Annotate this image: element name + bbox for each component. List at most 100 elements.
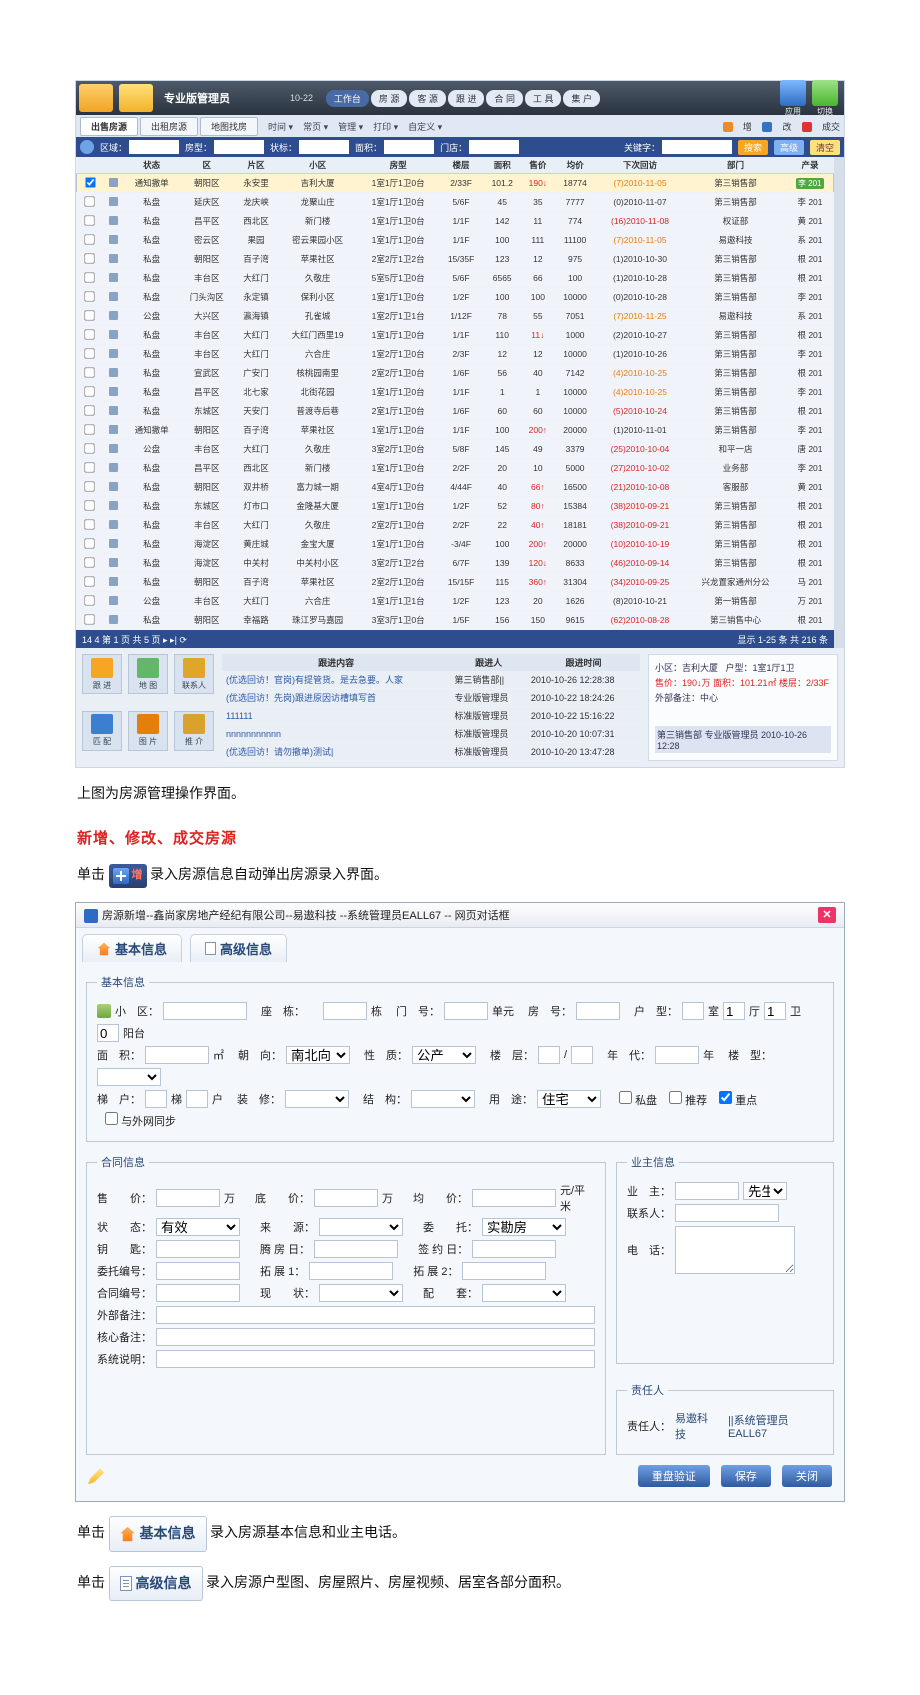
row-check[interactable] [85, 443, 95, 453]
table-row[interactable]: 私盘密云区果园密云果园小区1室1厅1卫0台1/1F10011111100(7)2… [77, 231, 834, 250]
room-input[interactable] [576, 1002, 620, 1020]
col-header[interactable]: 小区 [278, 157, 358, 174]
filter-area[interactable] [129, 140, 179, 154]
table-row[interactable]: 公盘丰台区大红门久敬庄3室2厅1卫0台5/8F145493379(25)2010… [77, 440, 834, 459]
balcony-input[interactable] [97, 1024, 119, 1042]
tab-rent[interactable]: 出租房源 [140, 117, 198, 136]
cb-sync[interactable] [105, 1112, 118, 1125]
nav-followup[interactable]: 跟 进 [448, 90, 485, 107]
close-button[interactable]: 关闭 [782, 1465, 832, 1487]
side-action[interactable]: 推 介 [174, 711, 214, 751]
area-input[interactable] [145, 1046, 209, 1064]
row-check[interactable] [85, 424, 95, 434]
contact-input[interactable] [675, 1204, 779, 1222]
ext1-input[interactable] [309, 1262, 393, 1280]
key-input[interactable] [156, 1240, 240, 1258]
tab-map[interactable]: 地图找房 [200, 117, 258, 136]
table-row[interactable]: 私盘昌平区北七家北街花园1室1厅1卫0台1/1F1110000(4)2010-1… [77, 383, 834, 402]
filter-status[interactable] [299, 140, 349, 154]
filter-area2[interactable] [384, 140, 434, 154]
quick-edit[interactable]: 改 [762, 122, 791, 132]
cb-key[interactable] [719, 1091, 732, 1104]
table-row[interactable]: 私盘东城区天安门普渡寺后巷2室1厅1卫0台1/6F606010000(5)201… [77, 402, 834, 421]
row-check[interactable] [85, 367, 95, 377]
table-row[interactable]: 私盘丰台区大红门久敬庄2室2厅1卫0台2/2F2240↑18181(38)201… [77, 516, 834, 535]
cb-private[interactable] [619, 1091, 632, 1104]
clear-button[interactable]: 清空 [810, 140, 840, 155]
row-check[interactable] [85, 576, 95, 586]
row-check[interactable] [85, 196, 95, 206]
filter-type[interactable] [214, 140, 264, 154]
nav-contract[interactable]: 合 同 [486, 90, 523, 107]
followup-row[interactable]: (优选回访！官岗)有提管货。是去急要。人家第三销售部||2010-10-26 1… [222, 671, 640, 689]
side-action[interactable]: 匹 配 [82, 711, 122, 751]
src-select[interactable] [319, 1218, 403, 1236]
filter-keyword[interactable] [662, 140, 732, 154]
shi-input[interactable] [682, 1002, 704, 1020]
scrollbar[interactable] [834, 157, 844, 648]
back-icon[interactable] [80, 140, 94, 154]
side-action[interactable]: 联系人 [174, 654, 214, 694]
door-input[interactable] [444, 1002, 488, 1020]
row-check[interactable] [85, 177, 95, 187]
table-row[interactable]: 私盘门头沟区永定镇保利小区1室1厅1卫0台1/2F10010010000(0)2… [77, 288, 834, 307]
row-check[interactable] [85, 481, 95, 491]
delegate-select[interactable]: 实勘房 [482, 1218, 566, 1236]
col-header[interactable] [77, 157, 104, 174]
wei-input[interactable] [764, 1002, 786, 1020]
floor1-input[interactable] [538, 1046, 560, 1064]
use-select[interactable]: 住宅 [537, 1090, 601, 1108]
side-action[interactable]: 地 图 [128, 654, 168, 694]
table-row[interactable]: 私盘丰台区大红门六合庄1室2厅1卫0台2/3F121210000(1)2010-… [77, 345, 834, 364]
tab-basic[interactable]: 基本信息 [82, 934, 182, 962]
nav-jihu[interactable]: 集 户 [563, 90, 600, 107]
quick-add[interactable]: 增 [723, 122, 752, 132]
table-row[interactable]: 通知撤单朝阳区百子湾苹果社区1室1厅1卫0台1/1F100200↑20000(1… [77, 421, 834, 440]
table-row[interactable]: 私盘宣武区广安门核桃园南里2室2厅1卫0台1/6F56407142(4)2010… [77, 364, 834, 383]
tab-sale[interactable]: 出售房源 [80, 117, 138, 136]
ext2-input[interactable] [462, 1262, 546, 1280]
sysnote-input[interactable] [156, 1350, 595, 1368]
floor2-input[interactable] [571, 1046, 593, 1064]
col-header[interactable]: 均价 [555, 157, 596, 174]
col-header[interactable]: 下次回访 [595, 157, 684, 174]
chip-advanced[interactable]: 高级信息 [109, 1566, 203, 1601]
extnote-input[interactable] [156, 1306, 595, 1324]
table-row[interactable]: 私盘延庆区龙庆峡龙聚山庄1室1厅1卫0台5/6F45357777(0)2010-… [77, 193, 834, 212]
table-row[interactable]: 私盘朝阳区百子湾苹果社区2室2厅1卫0台15/15F115360↑31304(3… [77, 573, 834, 592]
price-input[interactable] [156, 1189, 220, 1207]
followup-row[interactable]: nnnnnnnnnnn标准版管理员2010-10-20 10:07:31 [222, 725, 640, 743]
nav-customer[interactable]: 客 源 [409, 90, 446, 107]
row-check[interactable] [85, 500, 95, 510]
year-input[interactable] [655, 1046, 699, 1064]
nav-property[interactable]: 房 源 [371, 90, 408, 107]
table-row[interactable]: 私盘海淀区中关村中关村小区3室2厅1卫2台6/7F139120↓8633(46)… [77, 554, 834, 573]
row-check[interactable] [85, 614, 95, 624]
add-button-inline[interactable]: 增 [109, 864, 147, 888]
close-icon[interactable]: ✕ [818, 907, 836, 923]
suite-select[interactable] [482, 1284, 566, 1302]
col-header[interactable]: 状态 [124, 157, 179, 174]
table-row[interactable]: 公盘大兴区瀛海镇孔雀城1室2厅1卫1台1/12F78557051(7)2010-… [77, 307, 834, 326]
tb-manage[interactable]: 管理 ▾ [338, 120, 363, 133]
col-header[interactable]: 售价 [521, 157, 555, 174]
tb-print[interactable]: 打印 ▾ [373, 120, 398, 133]
delegateno-input[interactable] [156, 1262, 240, 1280]
owner-input[interactable] [675, 1182, 739, 1200]
col-header[interactable] [103, 157, 124, 174]
base-input[interactable] [314, 1189, 378, 1207]
struct-select[interactable] [411, 1090, 475, 1108]
adv-button[interactable]: 高级 [774, 140, 804, 155]
row-check[interactable] [85, 253, 95, 263]
cb-recommend[interactable] [669, 1091, 682, 1104]
table-row[interactable]: 私盘朝阳区百子湾苹果社区2室2厅1卫2台15/35F12312975(1)201… [77, 250, 834, 269]
table-row[interactable]: 私盘昌平区西北区新门楼1室1厅1卫0台1/1F14211774(16)2010-… [77, 212, 834, 231]
table-row[interactable]: 公盘丰台区大红门六合庄1室1厅1卫1台1/2F123201626(8)2010-… [77, 592, 834, 611]
hu-input[interactable] [186, 1090, 208, 1108]
orient-select[interactable]: 南北向 [286, 1046, 350, 1064]
deco-select[interactable] [285, 1090, 349, 1108]
signday-input[interactable] [472, 1240, 556, 1258]
row-check[interactable] [85, 462, 95, 472]
district-picker-icon[interactable] [97, 1004, 111, 1018]
btype-select[interactable] [97, 1068, 161, 1086]
